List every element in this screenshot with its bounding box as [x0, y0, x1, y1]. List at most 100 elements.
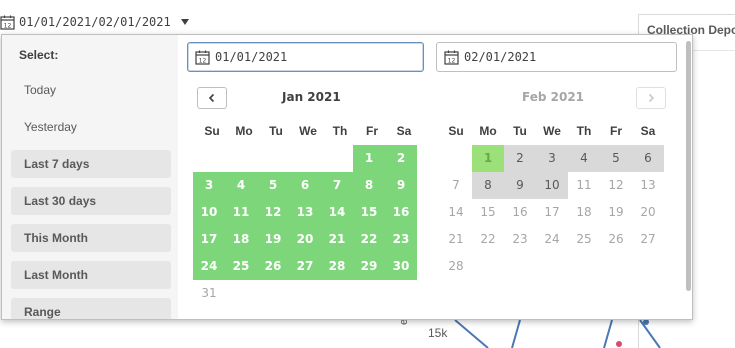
- jan-day-cell[interactable]: 18: [225, 226, 257, 253]
- weekday-header: Tu: [513, 124, 527, 138]
- weekday-header: Th: [332, 124, 348, 138]
- weekday-header: We: [543, 124, 561, 138]
- jan-day-cell[interactable]: 29: [353, 253, 385, 280]
- feb-day-cell[interactable]: 8: [472, 172, 504, 199]
- weekday-header: Mo: [235, 124, 253, 138]
- feb-day-cell[interactable]: 17: [536, 199, 568, 226]
- feb-day-cell[interactable]: 7: [440, 172, 472, 199]
- jan-day-cell[interactable]: 23: [385, 226, 417, 253]
- dropdown-caret-icon[interactable]: [180, 19, 189, 25]
- feb-day-cell[interactable]: 24: [536, 226, 568, 253]
- jan-day-cell[interactable]: 26: [257, 253, 289, 280]
- feb-day-cell[interactable]: 5: [600, 145, 632, 172]
- option-today[interactable]: Today: [24, 83, 56, 97]
- select-label: Select:: [19, 48, 59, 62]
- feb-day-cell[interactable]: 12: [600, 172, 632, 199]
- weekday-header: Su: [448, 124, 464, 138]
- weekday-header: Th: [576, 124, 592, 138]
- svg-text:12: 12: [199, 57, 207, 64]
- next-month-button[interactable]: [636, 87, 666, 109]
- jan-day-cell[interactable]: 11: [225, 199, 257, 226]
- weekday-header: Fr: [366, 124, 378, 138]
- jan-day-cell[interactable]: 16: [385, 199, 417, 226]
- background-tick-label: 15k: [428, 326, 448, 340]
- date-picker-popup: Select: Today Yesterday Last 7 days Last…: [1, 34, 693, 320]
- jan-day-cell[interactable]: 2: [385, 145, 417, 172]
- option-last-7-days[interactable]: Last 7 days: [11, 150, 171, 178]
- feb-day-cell[interactable]: 3: [536, 145, 568, 172]
- weekday-header: Su: [204, 124, 220, 138]
- jan-day-cell[interactable]: 19: [257, 226, 289, 253]
- end-date-input[interactable]: 12 02/01/2021: [436, 42, 677, 72]
- date-range-selector[interactable]: 12 01/01/2021/02/01/2021: [0, 12, 189, 32]
- jan-day-cell[interactable]: 5: [257, 172, 289, 199]
- jan-day-cell[interactable]: 4: [225, 172, 257, 199]
- option-this-month[interactable]: This Month: [11, 224, 171, 252]
- jan-day-cell[interactable]: 25: [225, 253, 257, 280]
- start-date-value: 01/01/2021: [215, 50, 288, 64]
- feb-day-cell[interactable]: 25: [568, 226, 600, 253]
- feb-day-cell[interactable]: 9: [504, 172, 536, 199]
- jan-day-cell[interactable]: 31: [193, 280, 225, 307]
- jan-day-cell[interactable]: 30: [385, 253, 417, 280]
- feb-month-title: Feb 2021: [522, 90, 585, 104]
- jan-day-cell[interactable]: 14: [321, 199, 353, 226]
- feb-day-cell[interactable]: 11: [568, 172, 600, 199]
- jan-day-cell[interactable]: 13: [289, 199, 321, 226]
- weekday-header: Mo: [479, 124, 497, 138]
- feb-day-cell[interactable]: 1: [472, 145, 504, 172]
- feb-day-cell[interactable]: 21: [440, 226, 472, 253]
- feb-day-cell[interactable]: 28: [440, 253, 472, 280]
- chevron-right-icon: [648, 93, 655, 103]
- jan-day-cell[interactable]: 6: [289, 172, 321, 199]
- feb-day-cell[interactable]: 27: [632, 226, 664, 253]
- feb-day-cell[interactable]: 13: [632, 172, 664, 199]
- weekday-header: We: [299, 124, 317, 138]
- calendar-icon: 12: [444, 50, 459, 65]
- chevron-left-icon: [208, 93, 215, 103]
- feb-day-cell[interactable]: 15: [472, 199, 504, 226]
- jan-day-cell[interactable]: 8: [353, 172, 385, 199]
- prev-month-button[interactable]: [197, 87, 227, 109]
- option-last-30-days[interactable]: Last 30 days: [11, 187, 171, 215]
- feb-day-cell[interactable]: 14: [440, 199, 472, 226]
- weekday-header: Sa: [396, 124, 412, 138]
- date-range-value: 01/01/2021/02/01/2021: [19, 15, 171, 29]
- feb-day-cell[interactable]: 2: [504, 145, 536, 172]
- jan-day-cell[interactable]: 3: [193, 172, 225, 199]
- quick-select-panel: Select: Today Yesterday Last 7 days Last…: [2, 35, 178, 319]
- option-yesterday[interactable]: Yesterday: [24, 120, 77, 134]
- calendar-icon: 12: [0, 15, 15, 30]
- jan-day-cell[interactable]: 17: [193, 226, 225, 253]
- option-last-month[interactable]: Last Month: [11, 261, 171, 289]
- feb-day-cell[interactable]: 10: [536, 172, 568, 199]
- jan-day-cell[interactable]: 12: [257, 199, 289, 226]
- feb-day-cell[interactable]: 22: [472, 226, 504, 253]
- option-range[interactable]: Range: [11, 298, 171, 319]
- jan-day-cell[interactable]: 15: [353, 199, 385, 226]
- feb-day-cell[interactable]: 6: [632, 145, 664, 172]
- jan-day-cell[interactable]: 21: [321, 226, 353, 253]
- jan-month-title: Jan 2021: [282, 90, 341, 104]
- end-date-value: 02/01/2021: [464, 50, 537, 64]
- feb-day-cell[interactable]: 23: [504, 226, 536, 253]
- jan-day-cell[interactable]: 22: [353, 226, 385, 253]
- jan-day-cell[interactable]: 28: [321, 253, 353, 280]
- jan-day-cell[interactable]: 7: [321, 172, 353, 199]
- jan-day-cell[interactable]: 10: [193, 199, 225, 226]
- jan-day-cell[interactable]: 24: [193, 253, 225, 280]
- feb-day-cell[interactable]: 16: [504, 199, 536, 226]
- feb-day-cell[interactable]: 19: [600, 199, 632, 226]
- start-date-input[interactable]: 12 01/01/2021: [187, 42, 424, 72]
- svg-text:12: 12: [4, 22, 12, 29]
- calendar-icon: 12: [195, 50, 210, 65]
- popup-scrollbar[interactable]: [686, 41, 691, 291]
- jan-day-cell[interactable]: 9: [385, 172, 417, 199]
- jan-day-cell[interactable]: 27: [289, 253, 321, 280]
- feb-day-cell[interactable]: 20: [632, 199, 664, 226]
- feb-day-cell[interactable]: 4: [568, 145, 600, 172]
- feb-day-cell[interactable]: 18: [568, 199, 600, 226]
- feb-day-cell[interactable]: 26: [600, 226, 632, 253]
- jan-day-cell[interactable]: 20: [289, 226, 321, 253]
- jan-day-cell[interactable]: 1: [353, 145, 385, 172]
